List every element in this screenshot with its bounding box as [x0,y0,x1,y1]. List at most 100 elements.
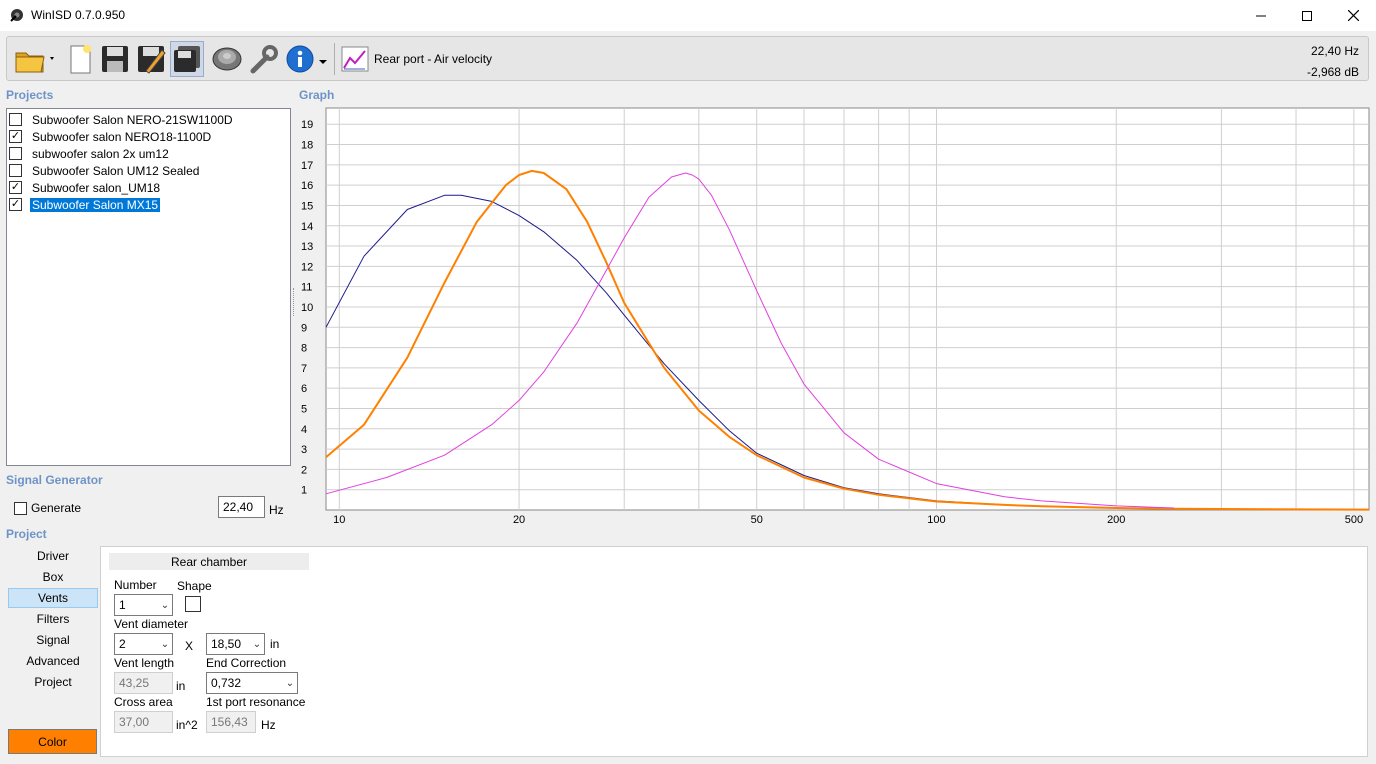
project-checkbox[interactable]: ✓ [9,181,22,194]
nav-item-advanced[interactable]: Advanced [8,651,98,671]
graph-view-selector[interactable]: Rear port - Air velocity [341,45,511,73]
y-tick-label: 14 [301,221,313,233]
y-tick-label: 6 [301,383,307,395]
y-tick-label: 2 [301,464,307,476]
vent-length-label: Vent length [114,656,175,670]
nav-item-box[interactable]: Box [8,567,98,587]
x-tick-label: 500 [1345,514,1363,526]
vent-length-unit: in [176,679,186,693]
project-checkbox[interactable] [9,113,22,126]
y-tick-label: 8 [301,343,307,355]
save-all-icon [174,46,200,72]
generate-checkbox-box[interactable] [14,501,27,515]
project-item-label: Subwoofer Salon UM12 Sealed [32,163,200,178]
about-button[interactable] [283,41,317,77]
end-correction-label: End Correction [206,656,287,670]
shape-label: Shape [177,579,212,593]
y-tick-label: 16 [301,180,313,192]
project-checkbox[interactable] [9,147,22,160]
graph-view-label: Rear port - Air velocity [374,52,493,66]
save-as-button[interactable] [134,41,168,77]
splitter-grip[interactable] [293,288,296,316]
y-tick-label: 15 [301,200,313,212]
x-tick-label: 200 [1107,514,1125,526]
project-nav: Driver Box Vents Filters Signal Advanced Proje… [8,546,98,692]
cross-area-label: Cross area [114,695,173,709]
y-tick-label: 17 [301,160,313,172]
generator-frequency-input[interactable]: 22,40 [218,496,265,518]
open-folder-icon [15,52,54,73]
save-all-button[interactable] [170,41,204,77]
tools-button[interactable] [247,41,281,77]
nav-item-signal[interactable]: Signal [8,630,98,650]
project-item-label: Subwoofer Salon MX15 [28,196,162,213]
project-item[interactable]: ✓ Subwoofer Salon MX15 [9,196,162,213]
graph-icon [341,46,369,72]
chevron-down-icon: ⌄ [160,638,170,650]
project-item[interactable]: ✓ Subwoofer salon_UM18 [9,179,162,196]
project-item-label: Subwoofer salon NERO18-1100D [32,129,212,144]
close-button[interactable] [1330,0,1376,31]
y-tick-label: 11 [301,282,312,294]
number-label: Number [114,578,157,592]
end-correction-value: 0,732 [211,676,242,690]
x-tick-label: 50 [751,514,763,526]
wrench-icon [250,45,278,74]
plot-area [325,107,1370,511]
generate-checkbox[interactable]: Generate [14,501,81,515]
nav-item-project[interactable]: Project [8,672,98,692]
end-correction-select[interactable]: 0,732 ⌄ [206,672,298,694]
projects-label: Projects [6,88,54,102]
open-project-button[interactable] [13,41,59,77]
vents-panel: Rear chamber Number Shape 1 ⌄ Vent diamet… [100,546,1368,757]
y-tick-label: 19 [301,119,313,131]
nav-item-vents[interactable]: Vents [8,588,98,608]
vent-length-input: 43,25 [114,672,173,694]
chevron-down-icon: ⌄ [252,638,262,650]
toolbar-separator [334,43,335,75]
project-item[interactable]: ✓ Subwoofer salon NERO18-1100D [9,128,213,145]
nav-item-driver[interactable]: Driver [8,546,98,566]
y-tick-label: 4 [301,424,307,436]
y-tick-label: 1 [301,485,307,497]
color-button[interactable]: Color [8,729,97,754]
project-item[interactable]: Subwoofer Salon NERO-21SW1100D [9,111,235,128]
x-tick-label: 100 [927,514,945,526]
project-item-label: Subwoofer salon_UM18 [32,180,161,195]
number-select[interactable]: 1 ⌄ [114,594,173,616]
save-button[interactable] [98,41,132,77]
project-checkbox[interactable] [9,164,22,177]
port-resonance-input: 156,43 [206,711,256,733]
y-tick-label: 13 [301,241,313,253]
project-item[interactable]: subwoofer salon 2x um12 [9,145,171,162]
nav-item-filters[interactable]: Filters [8,609,98,629]
port-resonance-unit: Hz [261,718,276,732]
shape-toggle[interactable] [185,596,201,612]
vent-count-select[interactable]: 2 ⌄ [114,633,173,655]
y-tick-label: 7 [301,363,307,375]
toolbar: Rear port - Air velocity 22,40 Hz -2,968… [6,36,1369,81]
vent-count-value: 2 [119,637,126,651]
app-icon [9,7,25,23]
readout-frequency: 22,40 Hz [1310,44,1359,58]
save-icon [102,46,128,72]
response-graph[interactable]: 1234567891011121314151617181910 20 50 100 20… [295,104,1371,530]
generator-unit: Hz [269,503,284,517]
project-checkbox[interactable]: ✓ [9,130,22,143]
x-tick-label: 10 [333,514,345,526]
cross-area-unit: in^2 [176,718,198,732]
project-checkbox[interactable]: ✓ [9,198,22,211]
project-item[interactable]: Subwoofer Salon UM12 Sealed [9,162,201,179]
generate-label: Generate [31,501,82,515]
driver-editor-button[interactable] [210,41,244,77]
minimize-button[interactable] [1238,0,1284,31]
maximize-button[interactable] [1284,0,1330,31]
chevron-down-icon: ⌄ [160,599,170,611]
window-title: WinISD 0.7.0.950 [31,8,126,22]
vent-diameter-select[interactable]: 18,50 ⌄ [206,633,265,655]
info-dropdown-arrow-icon[interactable] [319,55,327,69]
title-bar: WinISD 0.7.0.950 [0,0,1376,31]
rear-chamber-header: Rear chamber [109,553,309,570]
cursor-readout: 22,40 Hz -2,968 dB [1307,41,1359,83]
new-project-button[interactable] [63,41,97,77]
